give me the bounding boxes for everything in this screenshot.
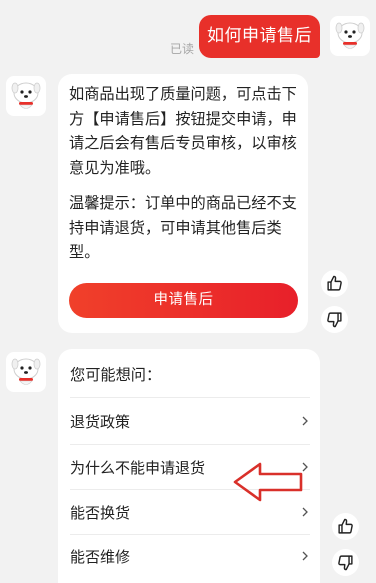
- thumbs-down-icon: [327, 312, 342, 328]
- like-button[interactable]: [321, 270, 348, 297]
- suggestion-label: 能否换货: [70, 503, 131, 522]
- bot-avatar[interactable]: [6, 76, 46, 116]
- chevron-right-icon: [302, 507, 308, 517]
- thumbs-up-icon: [338, 518, 353, 534]
- divider: [70, 397, 310, 398]
- jd-joy-dog-icon: [335, 22, 365, 49]
- chevron-right-icon: [302, 551, 308, 561]
- suggestion-item-return-policy[interactable]: 退货政策: [70, 399, 310, 443]
- thumbs-up-icon: [327, 275, 342, 291]
- chevron-right-icon: [302, 416, 308, 426]
- suggestion-label: 退货政策: [70, 412, 131, 431]
- bot-avatar[interactable]: [6, 352, 46, 392]
- dislike-button[interactable]: [332, 549, 359, 576]
- bot-reply-text: 如商品出现了质量问题，可点击下方【申请售后】按钮提交申请，申请之后会有售后专员审…: [58, 74, 308, 265]
- suggestion-item-repair[interactable]: 能否维修: [70, 534, 310, 578]
- jd-joy-dog-icon: [11, 358, 41, 385]
- red-outline-arrow-left-icon: [233, 462, 303, 502]
- read-status-label: 已读: [169, 42, 194, 56]
- suggestion-label: 能否维修: [70, 547, 131, 566]
- bot-reply-tip: 温馨提示：订单中的商品已经不支持申请退货，可申请其他售后类型。: [69, 194, 297, 261]
- user-avatar[interactable]: [330, 16, 370, 56]
- suggestions-title: 您可能想问：: [70, 366, 162, 384]
- thumbs-down-icon: [338, 555, 353, 571]
- dislike-button[interactable]: [321, 306, 348, 333]
- jd-joy-dog-icon: [11, 82, 41, 109]
- bot-reply-card: 如商品出现了质量问题，可点击下方【申请售后】按钮提交申请，申请之后会有售后专员审…: [58, 74, 308, 333]
- bot-reply-paragraph: 如商品出现了质量问题，可点击下方【申请售后】按钮提交申请，申请之后会有售后专员审…: [69, 85, 297, 177]
- user-message-bubble: 如何申请售后: [199, 15, 320, 58]
- like-button[interactable]: [332, 513, 359, 540]
- apply-after-sales-button[interactable]: 申请售后: [69, 283, 298, 318]
- suggestion-label: 为什么不能申请退货: [70, 458, 206, 477]
